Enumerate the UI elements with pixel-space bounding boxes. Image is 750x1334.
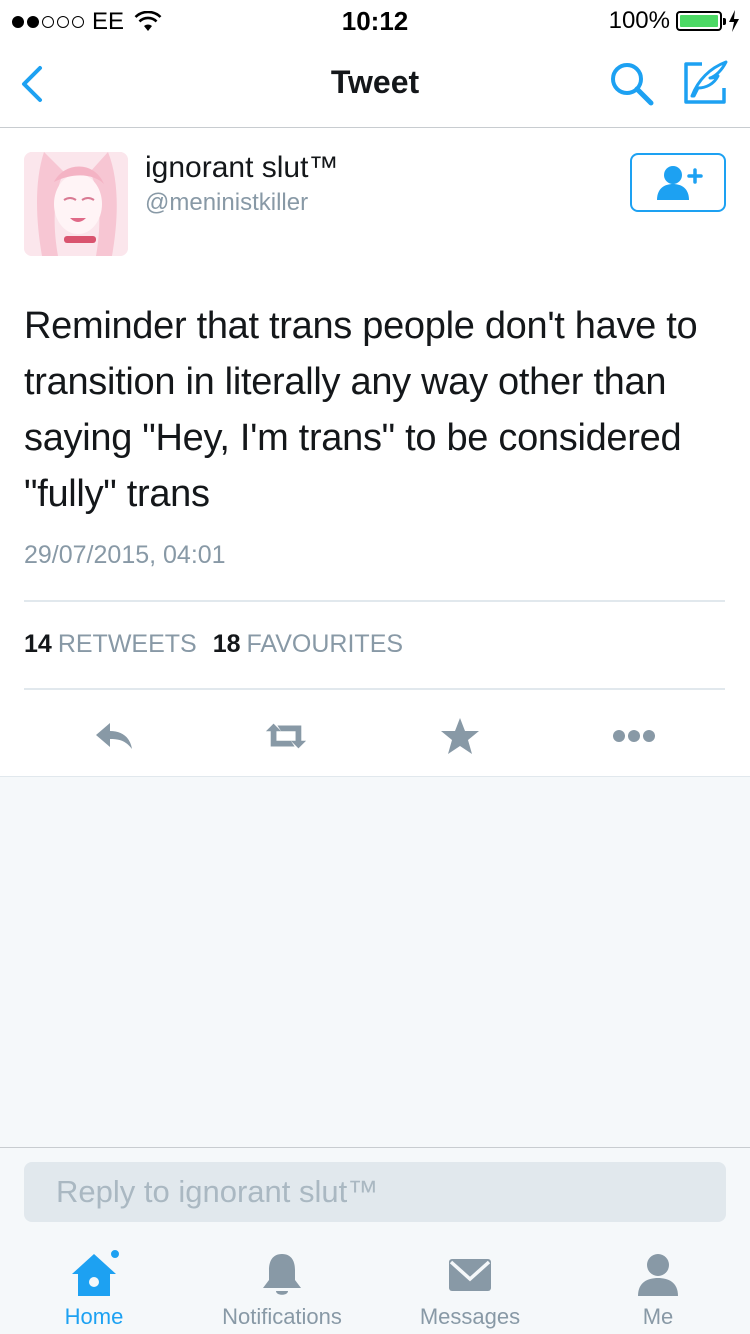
author-handle[interactable]: @meninistkiller [145,189,308,217]
tab-home[interactable]: Home [4,1236,184,1334]
tab-label: Notifications [222,1304,342,1329]
bell-icon [257,1250,307,1300]
tab-me[interactable]: Me [568,1236,748,1334]
more-icon [613,730,655,742]
empty-replies-area [0,776,750,1148]
avatar[interactable] [24,152,128,256]
tab-notifications[interactable]: Notifications [192,1236,372,1334]
compose-tweet-icon [684,60,728,104]
tweet-stats: 14 RETWEETS 18 FAVOURITES [24,630,403,659]
tab-label: Me [642,1304,674,1329]
retweet-count: 14 [24,630,52,658]
reply-bar [0,1148,750,1236]
divider [24,688,725,690]
person-icon [633,1250,683,1300]
tab-label: Messages [419,1304,521,1329]
tab-messages[interactable]: Messages [380,1236,560,1334]
favourite-count: 18 [212,630,241,658]
tweet-text: Reminder that trans people don't have to… [24,305,698,515]
tab-bar: Home Notifications Messages Me [0,1236,750,1334]
tab-label: Home [64,1304,124,1329]
reply-icon [96,723,132,749]
retweet-label: RETWEETS [57,630,197,658]
favourites-stat[interactable]: 18 FAVOURITES [213,630,403,659]
favourite-label: FAVOURITES [246,630,404,658]
search-icon [611,63,654,106]
retweet-button[interactable] [264,714,308,758]
retweet-icon [265,723,307,749]
navigation-bar: Tweet [0,40,750,128]
status-right: 100% [609,7,740,35]
charging-icon [729,10,739,32]
favourite-button[interactable] [438,714,482,758]
battery-percent: 100% [608,7,670,34]
follow-button[interactable] [630,153,726,212]
more-button[interactable] [612,714,656,758]
author-name[interactable]: ignorant slut™ [145,151,338,185]
star-icon [441,718,479,754]
tweet-timestamp: 29/07/2015, 04:01 [24,541,226,569]
compose-tweet-button[interactable] [682,58,730,108]
battery-icon [676,11,726,31]
home-icon [69,1248,121,1300]
add-user-icon [657,165,703,200]
search-button[interactable] [608,60,656,108]
reply-button[interactable] [92,714,136,758]
tweet-actions [0,706,750,766]
retweets-stat[interactable]: 14 RETWEETS [24,630,197,659]
divider [24,600,725,602]
reply-input[interactable] [24,1162,726,1222]
status-bar: EE 10:12 100% [0,0,750,40]
envelope-icon [445,1250,495,1300]
profile-picture [24,152,128,256]
